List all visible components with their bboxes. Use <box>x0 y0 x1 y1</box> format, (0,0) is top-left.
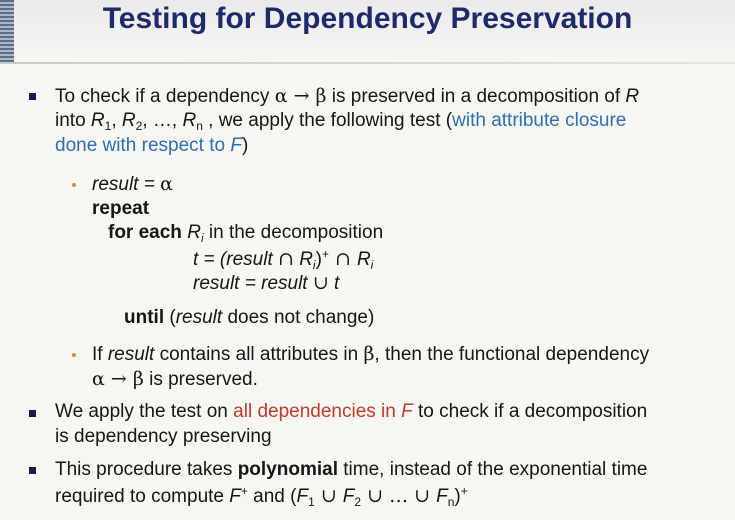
algorithm-for-each: for each Ri in the decomposition <box>108 222 383 245</box>
dot-bullet-icon <box>72 183 76 187</box>
text: into <box>55 110 91 131</box>
square-bullet-icon <box>29 93 36 100</box>
text: ) <box>241 135 249 156</box>
arrow-symbol: → <box>287 85 316 107</box>
subscript: n <box>196 119 203 133</box>
text: To check if a dependency <box>55 86 275 107</box>
text: contains all attributes in <box>154 344 364 365</box>
algorithm-until: until (result does not change) <box>124 307 374 329</box>
algorithm-t-assign: t = (result ∩ Ri)+ ∩ Ri <box>193 247 373 272</box>
bullet-3-line-2: required to compute F+ and (F1 ∪ F2 ∪ … … <box>55 484 468 509</box>
symbol-F: F <box>401 401 413 422</box>
intersection-symbol: ∩ <box>328 248 357 270</box>
text: , we apply the following test ( <box>202 110 453 131</box>
keyword: until <box>124 307 165 328</box>
text: This procedure takes <box>55 459 238 480</box>
text: is preserved in a decomposition of <box>326 86 626 107</box>
text: is preserved. <box>143 369 258 390</box>
algorithm-result-assign: result = result ∪ t <box>193 272 339 295</box>
union-symbol: ∪ <box>314 485 343 507</box>
superscript: + <box>460 484 468 498</box>
relation-R: R <box>625 86 640 107</box>
text: result = <box>92 174 161 195</box>
square-bullet-icon <box>29 467 36 474</box>
text: to check if a decomposition <box>412 401 648 422</box>
bullet-1-line-1: To check if a dependency α → β is preser… <box>55 85 639 108</box>
relation-Ri: R <box>293 249 313 270</box>
subscript: i <box>370 258 374 272</box>
text: time, instead of the exponential time <box>338 459 648 480</box>
alpha-symbol: α <box>92 368 105 390</box>
symbol-F: F <box>436 486 448 507</box>
bullet-2-line-2: is dependency preserving <box>55 426 272 447</box>
relation-Ri: R <box>187 222 201 243</box>
text: required to compute <box>55 486 230 507</box>
highlight-text: all dependencies in <box>233 401 402 422</box>
text: in the decomposition <box>203 222 384 243</box>
relation-R1: R <box>90 110 105 131</box>
arrow-symbol: → <box>104 368 133 390</box>
text: , …, <box>142 110 183 131</box>
intersection-symbol: ∩ <box>278 248 294 270</box>
algorithm-init: result = α <box>92 173 173 196</box>
union-symbol: ∪ <box>312 272 329 294</box>
text: t <box>328 273 340 294</box>
beta-symbol: β <box>315 85 327 107</box>
superscript: + <box>240 484 248 498</box>
symbol-F: F <box>296 486 309 507</box>
keyword: for each <box>108 222 188 243</box>
union-symbol: ∪ … ∪ <box>361 485 437 507</box>
sub-bullet-2-line-1: If result contains all attributes in β, … <box>92 343 649 366</box>
text: does not change) <box>222 307 375 328</box>
square-bullet-icon <box>29 410 36 417</box>
symbol-F: F <box>229 486 241 507</box>
text: result <box>175 307 223 328</box>
dot-bullet-icon <box>72 353 76 357</box>
relation-R2: R <box>121 110 136 131</box>
bold-text: polynomial <box>237 459 338 480</box>
algorithm-repeat: repeat <box>92 198 150 219</box>
bullet-1-line-3: done with respect to F) <box>55 135 248 157</box>
relation-Rn: R <box>182 110 197 131</box>
highlight-text: with attribute closure <box>452 110 627 131</box>
beta-symbol: β <box>363 343 375 365</box>
title-divider <box>0 62 735 64</box>
bullet-3-line-1: This procedure takes polynomial time, in… <box>55 459 647 481</box>
text: , then the functional dependency <box>374 344 650 365</box>
text: ( <box>164 307 176 328</box>
text: result = result <box>193 273 313 294</box>
symbol-F: F <box>230 135 242 156</box>
text: , <box>111 110 122 131</box>
text: We apply the test on <box>55 401 234 422</box>
beta-symbol: β <box>132 368 144 390</box>
alpha-symbol: α <box>160 173 173 195</box>
subscript: 1 <box>308 495 315 509</box>
symbol-F: F <box>342 486 355 507</box>
text: If <box>92 344 108 365</box>
relation-Ri: R <box>356 249 371 270</box>
sub-bullet-2-line-2: α → β is preserved. <box>92 368 258 391</box>
text: and ( <box>247 486 297 507</box>
bullet-1-line-2: into R1, R2, …, Rn , we apply the follow… <box>55 110 626 133</box>
highlight-text: done with respect to <box>55 135 231 156</box>
alpha-symbol: α <box>274 85 288 107</box>
slide-title: Testing for Dependency Preservation <box>102 2 633 35</box>
superscript: + <box>321 247 329 261</box>
bullet-2-line-1: We apply the test on all dependencies in… <box>55 401 647 423</box>
text: result <box>107 344 155 365</box>
text: t = (result <box>193 249 278 270</box>
